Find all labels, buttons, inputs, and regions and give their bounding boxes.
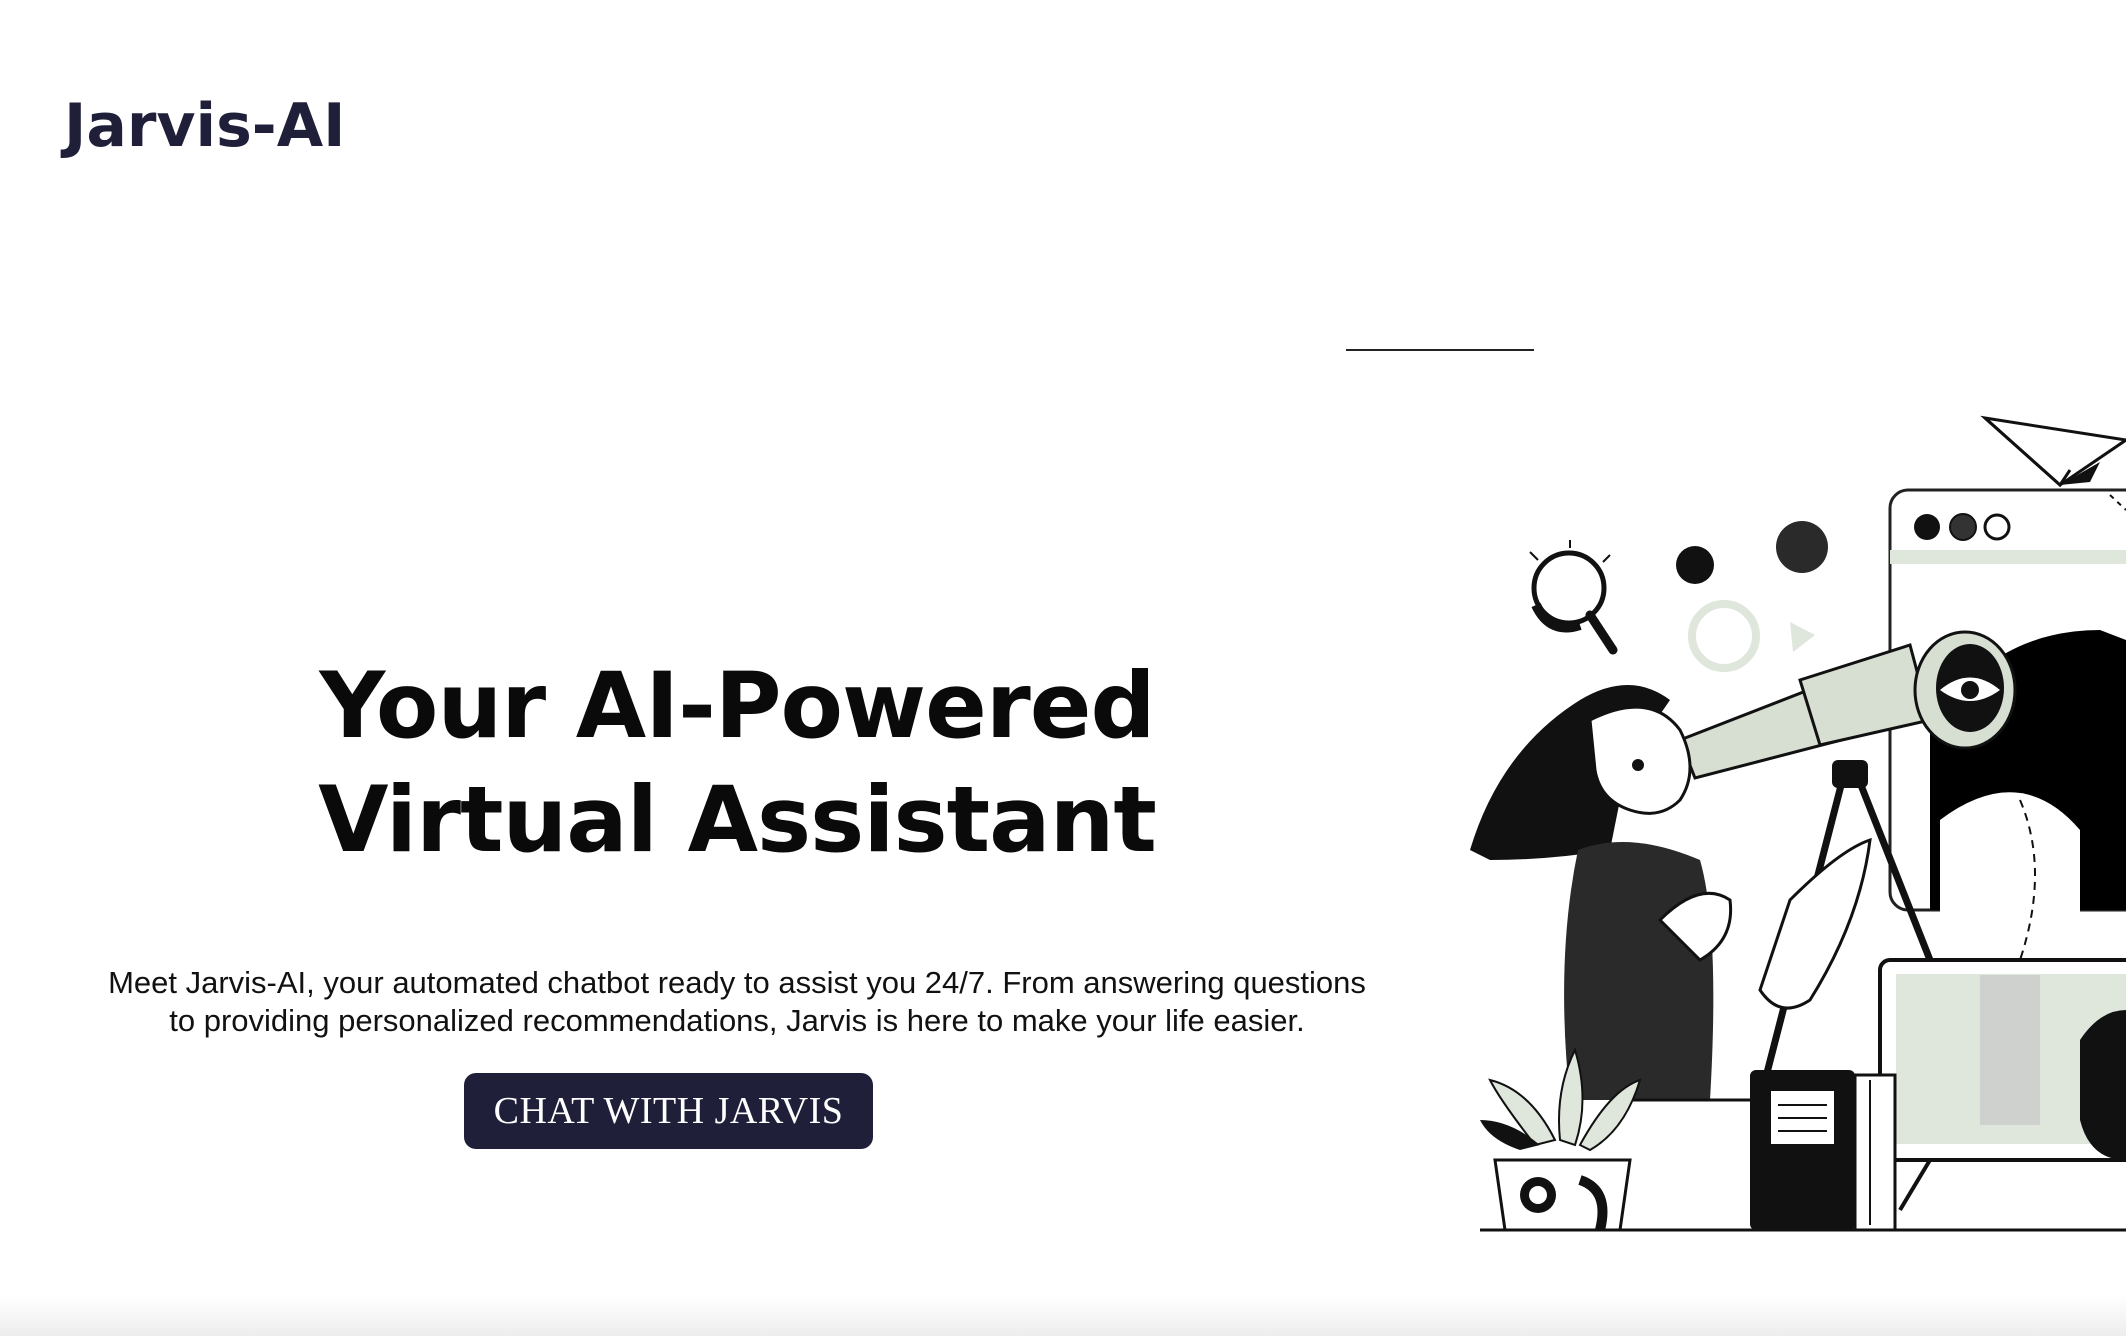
triangle-icon bbox=[1790, 622, 1815, 652]
hero-illustration bbox=[1470, 415, 2126, 1232]
book-icon bbox=[1750, 1070, 1897, 1232]
bottom-shadow bbox=[0, 1296, 2126, 1336]
hero-section: Your AI-Powered Virtual Assistant bbox=[0, 650, 1474, 878]
hero-title-line-1: Your AI-Powered bbox=[319, 654, 1155, 759]
floating-ring-icon bbox=[1688, 600, 1760, 672]
floating-dot-icon bbox=[1776, 521, 1828, 573]
hero-title-line-2: Virtual Assistant bbox=[318, 768, 1157, 873]
hero-description: Meet Jarvis-AI, your automated chatbot r… bbox=[40, 964, 1434, 1040]
hero-description-line-2: to providing personalized recommendation… bbox=[169, 1003, 1305, 1038]
chat-with-jarvis-button[interactable]: CHAT WITH JARVIS bbox=[464, 1073, 873, 1149]
magnifier-icon bbox=[1529, 540, 1618, 655]
brand-logo[interactable]: Jarvis-AI bbox=[64, 96, 345, 156]
divider-line bbox=[1346, 349, 1534, 351]
hero-description-line-1: Meet Jarvis-AI, your automated chatbot r… bbox=[108, 965, 1366, 1000]
floating-dot-icon bbox=[1676, 546, 1714, 584]
monitor-icon bbox=[1878, 958, 2126, 1212]
hero-title: Your AI-Powered Virtual Assistant bbox=[0, 650, 1474, 878]
